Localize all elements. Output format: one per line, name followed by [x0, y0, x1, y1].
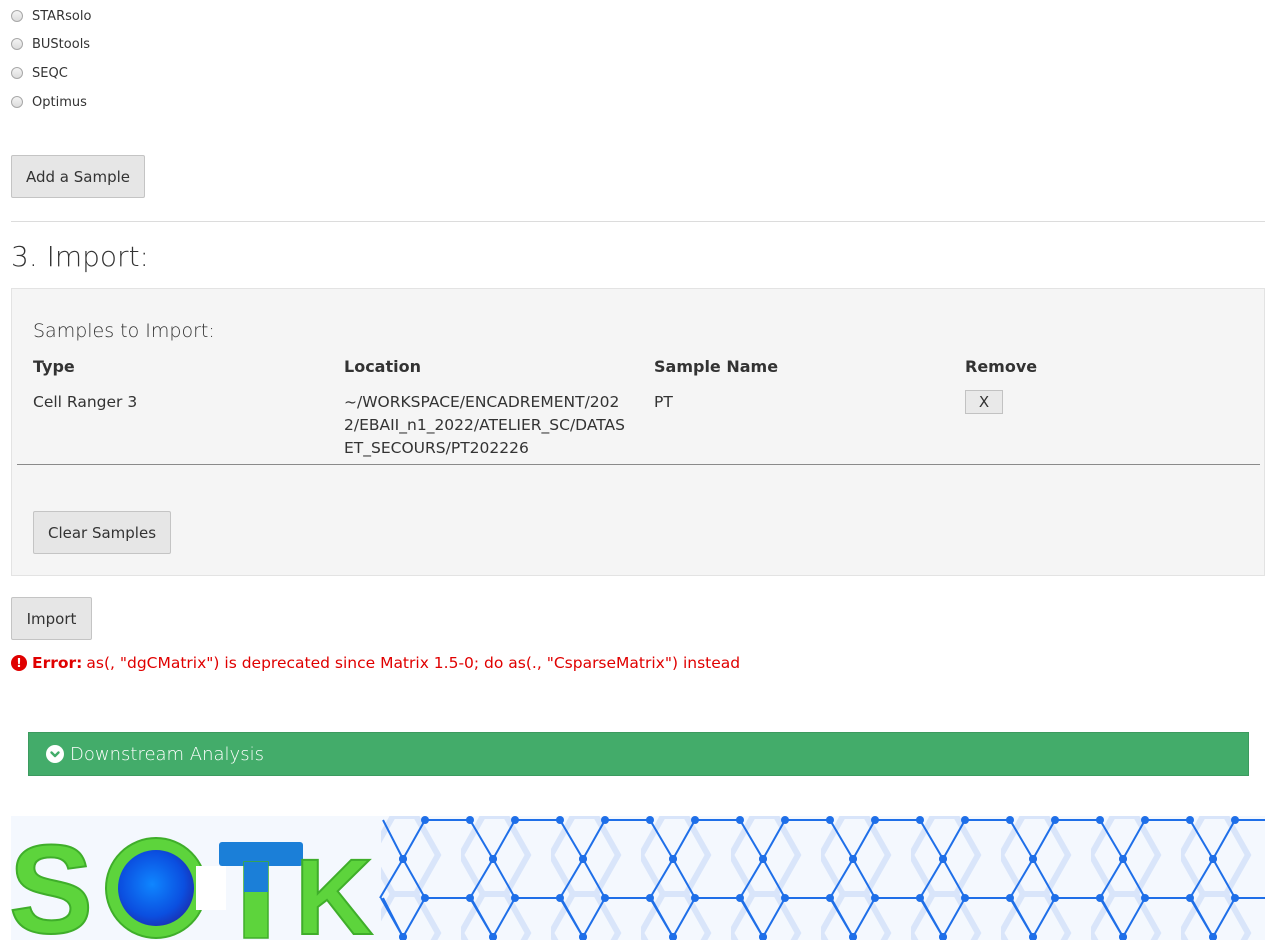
radio-label: SEQC: [32, 65, 68, 81]
radio-option-optimus[interactable]: Optimus: [11, 92, 87, 112]
network-node: [1186, 816, 1194, 824]
network-node: [489, 855, 497, 863]
radio-button[interactable]: [11, 67, 23, 79]
import-heading: 3. Import:: [11, 240, 149, 273]
samples-to-import-panel: Samples to Import: Type Location Sample …: [11, 288, 1265, 576]
network-node: [399, 855, 407, 863]
logo-letter-k: K: [295, 836, 373, 940]
sctk-logo: S K: [11, 818, 374, 940]
network-node: [1231, 894, 1239, 902]
network-node: [646, 816, 654, 824]
error-text: as(, "dgCMatrix") is deprecated since Ma…: [86, 654, 741, 672]
network-node: [736, 816, 744, 824]
network-node: [759, 855, 767, 863]
network-node: [961, 816, 969, 824]
error-message: ! Error: as(, "dgCMatrix") is deprecated…: [11, 652, 740, 674]
radio-option-seqc[interactable]: SEQC: [11, 63, 68, 83]
chevron-down-icon: [46, 745, 64, 763]
network-node: [826, 816, 834, 824]
cell-type: Cell Ranger 3: [33, 393, 138, 411]
network-node: [871, 894, 879, 902]
network-node: [1051, 894, 1059, 902]
network-node: [849, 855, 857, 863]
table-bottom-border: [17, 464, 1260, 465]
network-node: [1231, 816, 1239, 824]
network-node: [646, 894, 654, 902]
column-header-location: Location: [344, 357, 421, 376]
network-node: [1006, 816, 1014, 824]
network-node: [1209, 855, 1217, 863]
remove-sample-button[interactable]: X: [965, 390, 1003, 414]
network-node: [1029, 855, 1037, 863]
network-node: [466, 816, 474, 824]
network-node: [579, 855, 587, 863]
network-node: [871, 816, 879, 824]
network-node: [601, 816, 609, 824]
network-node: [916, 894, 924, 902]
network-node: [1096, 894, 1104, 902]
network-node: [691, 816, 699, 824]
network-node: [961, 894, 969, 902]
samples-panel-title: Samples to Import:: [33, 320, 215, 342]
network-node: [466, 894, 474, 902]
import-button[interactable]: Import: [11, 597, 92, 640]
add-sample-button[interactable]: Add a Sample: [11, 155, 145, 198]
network-node: [781, 894, 789, 902]
radio-label: STARsolo: [32, 8, 92, 24]
network-node: [826, 894, 834, 902]
network-node: [1141, 816, 1149, 824]
network-node: [939, 855, 947, 863]
network-node: [1096, 816, 1104, 824]
downstream-analysis-panel-header[interactable]: Downstream Analysis: [28, 732, 1249, 776]
network-node: [1006, 894, 1014, 902]
error-label: Error:: [32, 654, 83, 672]
downstream-analysis-label: Downstream Analysis: [70, 743, 264, 765]
network-node: [601, 894, 609, 902]
network-node: [1119, 855, 1127, 863]
radio-option-starsolo[interactable]: STARsolo: [11, 6, 91, 26]
clear-samples-button[interactable]: Clear Samples: [33, 511, 171, 554]
column-header-remove: Remove: [965, 357, 1038, 376]
column-header-type: Type: [33, 357, 75, 376]
column-header-sample-name: Sample Name: [654, 357, 779, 376]
cell-sample-name: PT: [654, 393, 673, 411]
network-node: [511, 816, 519, 824]
network-node: [421, 816, 429, 824]
radio-button[interactable]: [11, 96, 23, 108]
network-node: [691, 894, 699, 902]
network-node: [556, 816, 564, 824]
network-node: [556, 894, 564, 902]
radio-button[interactable]: [11, 10, 23, 22]
exclamation-icon: !: [11, 655, 27, 671]
network-node: [781, 816, 789, 824]
sctk-banner: S K: [11, 816, 1265, 940]
network-node: [511, 894, 519, 902]
radio-label: Optimus: [32, 94, 87, 110]
divider: [11, 221, 1265, 222]
sctk-logo-banner: S K: [11, 816, 1265, 940]
logo-letter-s: S: [11, 819, 93, 940]
network-node: [669, 855, 677, 863]
radio-option-bustools[interactable]: BUStools: [11, 34, 90, 54]
network-node: [916, 816, 924, 824]
network-node: [1186, 894, 1194, 902]
network-node: [1141, 894, 1149, 902]
radio-label: BUStools: [32, 36, 91, 52]
cell-location: ~/WORKSPACE/ENCADREMENT/2022/EBAII_n1_20…: [344, 393, 625, 457]
network-node: [1051, 816, 1059, 824]
network-node: [736, 894, 744, 902]
radio-button[interactable]: [11, 38, 23, 50]
network-node: [421, 894, 429, 902]
